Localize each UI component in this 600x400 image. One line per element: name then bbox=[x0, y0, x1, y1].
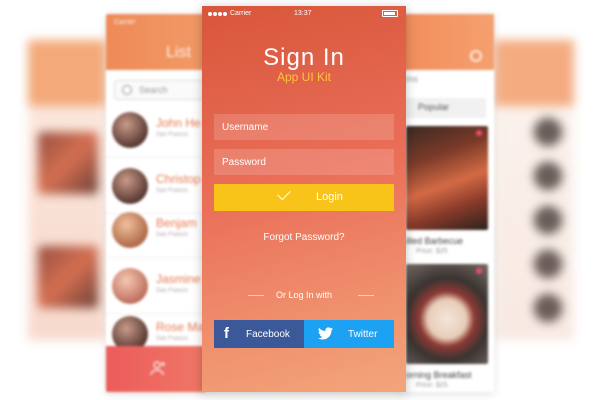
contact-location: San Francis bbox=[156, 288, 189, 294]
signal-icon bbox=[208, 12, 228, 17]
heart-icon[interactable] bbox=[476, 130, 482, 136]
twitter-button[interactable]: Twitter bbox=[304, 320, 394, 348]
add-user-icon[interactable] bbox=[150, 360, 166, 376]
avatar bbox=[534, 118, 562, 146]
avatar bbox=[534, 206, 562, 234]
check-icon bbox=[277, 186, 291, 201]
recipes-screen: ms Popular illed Barbecue Price: $25 orn… bbox=[400, 14, 494, 392]
password-field[interactable] bbox=[214, 149, 394, 175]
avatar bbox=[534, 162, 562, 190]
contact-location: San Francis bbox=[156, 132, 189, 138]
avatar bbox=[112, 212, 148, 248]
avatar bbox=[112, 112, 148, 148]
contact-location: San Francis bbox=[156, 188, 189, 194]
recipes-title: ms bbox=[406, 74, 418, 84]
list-item[interactable]: John He San Francis bbox=[106, 102, 206, 158]
username-field[interactable] bbox=[214, 114, 394, 140]
contact-name: Benjam bbox=[156, 216, 197, 230]
status-bar: Carrier 13:37 bbox=[202, 6, 406, 24]
contact-location: San Francis bbox=[156, 336, 189, 342]
gear-icon[interactable] bbox=[470, 50, 482, 62]
recipe-price: Price: $25 bbox=[416, 382, 448, 389]
recipe-price: Price: $25 bbox=[416, 248, 448, 255]
list-item[interactable]: Benjam San Francis bbox=[106, 202, 206, 258]
avatar bbox=[534, 294, 562, 322]
or-login-with-label: Or Log In with bbox=[275, 290, 333, 300]
search-placeholder: Search bbox=[139, 85, 168, 95]
avatar bbox=[112, 168, 148, 204]
facebook-icon: f bbox=[224, 325, 229, 342]
contact-list-screen: Carrier List Search John He San Francis … bbox=[106, 14, 206, 392]
login-button-label: Login bbox=[316, 191, 343, 203]
divider bbox=[358, 295, 374, 296]
heart-icon[interactable] bbox=[476, 268, 482, 274]
facebook-button[interactable]: f Facebook bbox=[214, 320, 304, 348]
status-carrier: Carrier bbox=[230, 10, 252, 17]
list-title: List bbox=[166, 44, 191, 61]
login-button[interactable]: Login bbox=[214, 184, 394, 211]
twitter-icon bbox=[318, 327, 333, 340]
food-image[interactable] bbox=[406, 126, 488, 230]
forgot-password-link[interactable]: Forgot Password? bbox=[202, 232, 406, 243]
contact-name: Jasmine bbox=[156, 272, 201, 286]
tab-popular[interactable]: Popular bbox=[406, 98, 486, 118]
search-input[interactable]: Search bbox=[114, 80, 206, 100]
recipes-header bbox=[400, 14, 494, 70]
battery-icon bbox=[382, 10, 398, 17]
list-footer bbox=[106, 346, 206, 392]
facebook-button-label: Facebook bbox=[246, 329, 290, 340]
food-image[interactable] bbox=[406, 264, 488, 364]
contact-name: Christop bbox=[156, 172, 201, 186]
page-subtitle: App UI Kit bbox=[276, 70, 332, 84]
status-time: 13:37 bbox=[294, 10, 312, 17]
contact-name: John He bbox=[156, 116, 201, 130]
food-image bbox=[38, 132, 98, 194]
food-image bbox=[38, 246, 98, 308]
recipe-title: orning Breakfast bbox=[406, 370, 472, 380]
contact-name: Rose Ma bbox=[156, 320, 205, 334]
contact-location: San Francis bbox=[156, 232, 189, 238]
background-screen-left bbox=[28, 40, 106, 340]
list-header: Carrier List bbox=[106, 14, 206, 70]
avatar bbox=[534, 250, 562, 278]
sign-in-screen: Carrier 13:37 Sign In App UI Kit Login F… bbox=[202, 6, 406, 392]
status-carrier: Carrier bbox=[114, 19, 136, 26]
page-title: Sign In bbox=[263, 44, 345, 71]
avatar bbox=[112, 268, 148, 304]
background-screen-right bbox=[494, 40, 574, 340]
recipe-title: illed Barbecue bbox=[406, 236, 464, 246]
twitter-button-label: Twitter bbox=[348, 329, 378, 340]
search-icon bbox=[122, 85, 132, 95]
